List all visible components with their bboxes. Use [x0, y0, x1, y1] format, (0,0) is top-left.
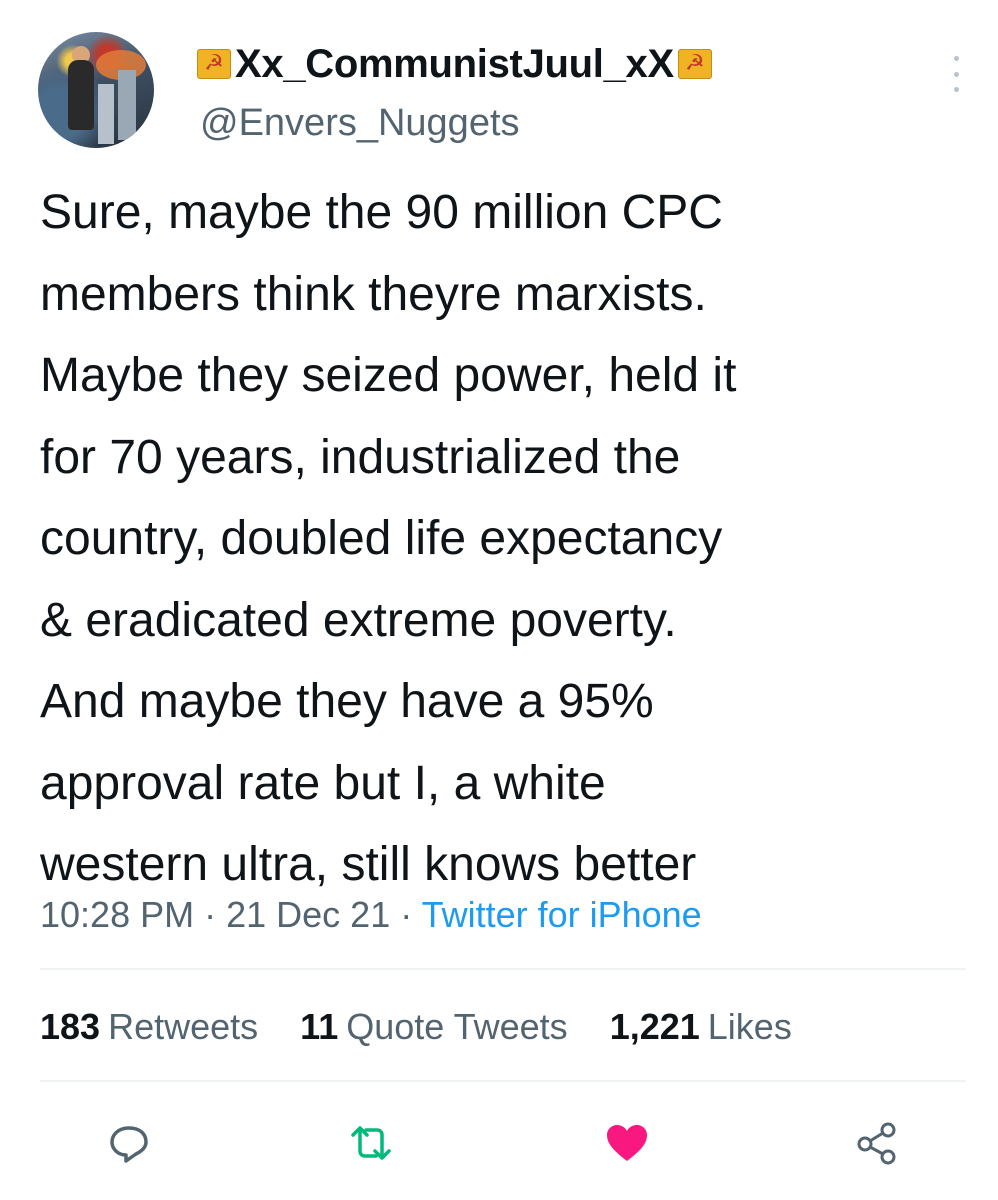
- retweet-icon[interactable]: [346, 1118, 396, 1168]
- quote-tweets-label: Quote Tweets: [346, 1006, 568, 1047]
- more-dot: [953, 71, 959, 77]
- likes-stat[interactable]: 1,221 Likes: [610, 1003, 792, 1051]
- tweet-meta: 10:28 PM · 21 Dec 21 · Twitter for iPhon…: [40, 892, 702, 938]
- hammer-sickle-flag-icon: [677, 49, 712, 79]
- tweet-source-link[interactable]: Twitter for iPhone: [422, 894, 702, 935]
- tweet-text-line: approval rate but I, a white: [40, 756, 606, 810]
- reply-icon[interactable]: [104, 1118, 154, 1168]
- retweets-label: Retweets: [108, 1006, 259, 1047]
- avatar-figure-shape: [68, 60, 94, 130]
- like-icon[interactable]: [602, 1118, 652, 1168]
- more-dot: [953, 56, 959, 61]
- tweet-stats: 183 Retweets 11 Quote Tweets 1,221 Likes: [40, 1003, 834, 1051]
- display-name-row[interactable]: Xx_CommunistJuul_xX: [197, 40, 712, 88]
- tweet-text-line: for 70 years, industrialized the: [40, 430, 681, 484]
- tweet-date[interactable]: 21 Dec 21: [226, 894, 390, 935]
- retweets-stat[interactable]: 183 Retweets: [40, 1003, 258, 1051]
- divider: [40, 1080, 966, 1082]
- tweet-text-line: country, doubled life expectancy: [40, 512, 723, 565]
- hammer-sickle-flag-icon: [197, 49, 231, 79]
- display-name[interactable]: Xx_CommunistJuul_xX: [235, 40, 674, 88]
- share-icon[interactable]: [852, 1118, 902, 1168]
- tweet-text-line: members think theyre marxists.: [40, 267, 707, 321]
- meta-separator: ·: [400, 894, 422, 935]
- tweet-text-line: & eradicated extreme poverty.: [40, 593, 677, 647]
- divider: [40, 968, 966, 970]
- tweet-text: Sure, maybe the 90 million CPC members t…: [40, 172, 990, 906]
- more-options-icon[interactable]: [946, 56, 966, 92]
- quote-tweets-count: 11: [300, 1006, 339, 1047]
- tweet-time[interactable]: 10:28 PM: [40, 894, 194, 935]
- tweet-text-line: Maybe they seized power, held it: [40, 349, 737, 402]
- avatar-tower-shape: [98, 84, 114, 144]
- likes-label: Likes: [707, 1006, 792, 1047]
- tweet-text-line: Sure, maybe the 90 million CPC: [40, 186, 723, 239]
- likes-count: 1,221: [609, 1006, 700, 1047]
- quote-tweets-stat[interactable]: 11 Quote Tweets: [300, 1003, 568, 1051]
- avatar-tower-shape: [118, 70, 136, 140]
- retweets-count: 183: [40, 1006, 101, 1047]
- more-dot: [953, 87, 959, 92]
- tweet-card: Xx_CommunistJuul_xX @Envers_Nuggets Sure…: [0, 0, 998, 1200]
- avatar[interactable]: [38, 32, 154, 148]
- tweet-text-line: And maybe they have a 95%: [40, 675, 654, 728]
- meta-separator: ·: [204, 894, 227, 935]
- user-handle[interactable]: @Envers_Nuggets: [200, 100, 520, 146]
